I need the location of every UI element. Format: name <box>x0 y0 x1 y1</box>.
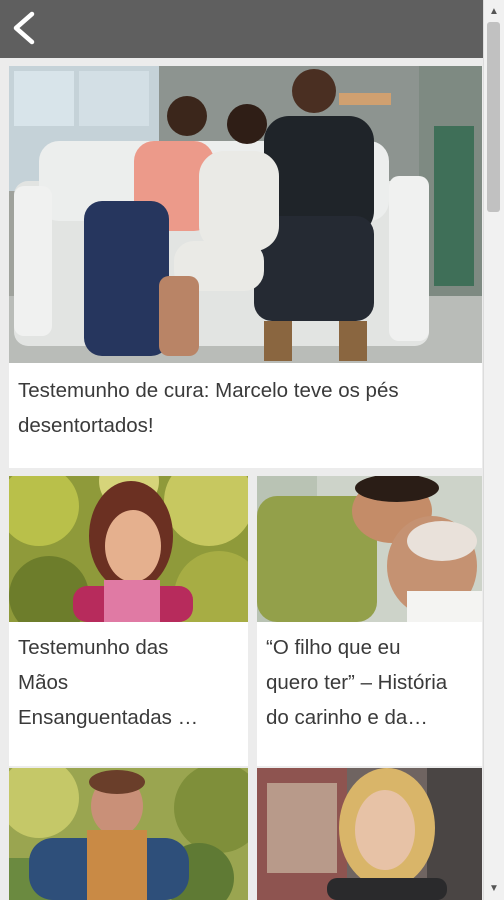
vertical-scrollbar[interactable]: ▲ ▼ <box>483 0 504 900</box>
video-thumbnail <box>9 476 248 622</box>
video-thumbnail <box>257 768 482 900</box>
video-thumbnail <box>257 476 482 622</box>
video-thumbnail <box>9 768 248 900</box>
video-card[interactable]: Testemunho das Mãos Ensanguentadas … <box>9 476 248 766</box>
video-title[interactable]: Testemunho das Mãos Ensanguentadas … <box>18 630 248 735</box>
video-card[interactable] <box>9 768 248 900</box>
featured-video-card[interactable]: Testemunho de cura: Marcelo teve os pés … <box>9 66 482 468</box>
video-title[interactable]: “O filho que eu quero ter” – História do… <box>266 630 482 735</box>
video-card[interactable]: “O filho que eu quero ter” – História do… <box>257 476 482 766</box>
back-button[interactable] <box>6 8 42 48</box>
scroll-down-arrow-icon[interactable]: ▼ <box>489 883 499 894</box>
video-card[interactable] <box>257 768 482 900</box>
scroll-up-arrow-icon[interactable]: ▲ <box>489 6 499 17</box>
scrollbar-thumb[interactable] <box>487 22 500 212</box>
video-title[interactable]: Testemunho de cura: Marcelo teve os pés … <box>18 373 482 443</box>
chevron-left-icon <box>13 11 35 45</box>
video-thumbnail <box>9 66 482 363</box>
top-bar <box>0 0 504 58</box>
